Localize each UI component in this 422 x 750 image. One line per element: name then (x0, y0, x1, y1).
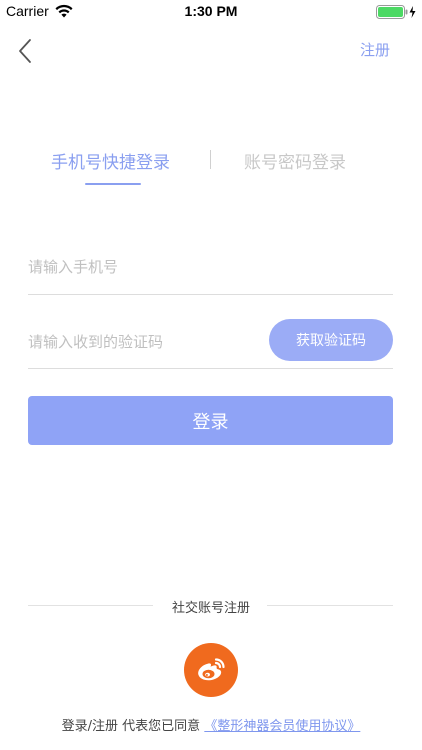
agreement-line: 登录/注册 代表您已同意 《整形神器会员使用协议》 (0, 715, 422, 734)
social-register-label: 社交账号注册 (171, 601, 250, 616)
active-tab-indicator (85, 183, 141, 185)
status-time: 1:30 PM (184, 3, 238, 19)
verification-code-field: 获取验证码 (28, 316, 393, 369)
member-agreement-link[interactable]: 《整形神器会员使用协议》 (204, 719, 360, 734)
tab-quick-login[interactable]: 手机号快捷登录 (51, 148, 170, 173)
tab-password-login[interactable]: 账号密码登录 (244, 148, 346, 173)
battery-icon (376, 5, 416, 19)
get-code-button[interactable]: 获取验证码 (269, 319, 393, 361)
chevron-left-icon[interactable] (16, 38, 36, 64)
phone-field (28, 240, 393, 295)
divider-right (267, 605, 393, 606)
phone-input[interactable] (28, 240, 393, 294)
status-bar: Carrier 1:30 PM (0, 0, 422, 24)
agreement-text: 登录/注册 代表您已同意 (61, 719, 201, 734)
weibo-icon (198, 658, 225, 681)
verification-code-input[interactable] (28, 316, 258, 368)
weibo-login-button[interactable] (184, 643, 238, 697)
login-button[interactable]: 登录 (28, 396, 393, 445)
tab-divider (210, 150, 211, 169)
register-link[interactable]: 注册 (360, 39, 390, 60)
